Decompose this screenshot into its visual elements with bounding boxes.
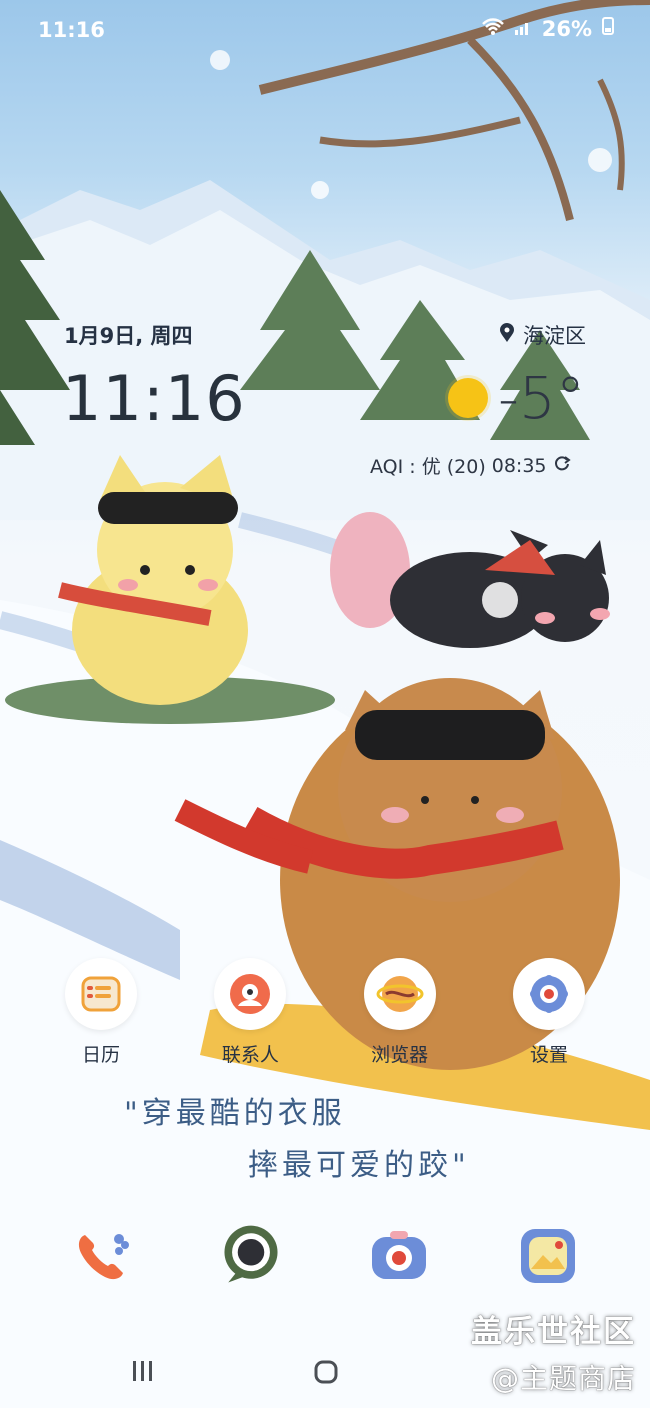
browser-icon[interactable] xyxy=(363,958,436,1030)
watermark-line-1: 盖乐世社区 xyxy=(471,1314,636,1350)
dock xyxy=(0,1220,650,1292)
gallery-icon[interactable] xyxy=(512,1220,584,1292)
status-indicators: 26% xyxy=(481,16,614,41)
recent-apps-button[interactable] xyxy=(130,1358,156,1391)
contacts-icon[interactable] xyxy=(214,958,287,1030)
camera-icon[interactable] xyxy=(363,1220,435,1292)
wallpaper-illustration xyxy=(0,0,650,1408)
weather-row[interactable]: -5° xyxy=(448,364,585,432)
watermark: 盖乐世社区 @主题商店 xyxy=(471,1306,636,1397)
wifi-icon xyxy=(481,17,504,41)
settings-icon[interactable] xyxy=(512,958,585,1030)
aqi-label: AQI : 优 (20) xyxy=(370,456,486,478)
location-pin-icon xyxy=(499,322,515,348)
date-prefix: 1月 xyxy=(64,324,100,348)
date-day: 9 xyxy=(99,324,115,348)
phone-icon[interactable] xyxy=(66,1220,138,1292)
battery-icon xyxy=(602,16,614,41)
widget-clock[interactable]: 11:16 xyxy=(62,362,246,435)
widget-date[interactable]: 1月9日, 周四 xyxy=(64,320,193,350)
location-name: 海淀区 xyxy=(523,324,586,348)
widget-location[interactable]: 海淀区 xyxy=(499,320,586,350)
calendar-icon[interactable] xyxy=(65,958,137,1030)
update-time: 08:35 xyxy=(491,454,547,477)
signal-icon xyxy=(514,17,532,41)
quote-line-2: 摔最可爱的跤" xyxy=(248,1148,470,1183)
app-label-browser: 浏览器 xyxy=(371,1044,429,1066)
status-time: 11:16 xyxy=(38,18,105,42)
messages-icon[interactable] xyxy=(215,1220,287,1292)
app-browser[interactable]: 浏览器 xyxy=(341,958,459,1067)
app-calendar[interactable]: 日历 xyxy=(42,958,160,1067)
quote-line-1: "穿最酷的衣服 xyxy=(124,1096,346,1131)
refresh-icon[interactable] xyxy=(553,454,571,477)
app-label-contacts: 联系人 xyxy=(221,1044,279,1066)
app-grid: 日历 联系人 浏览器 设置 xyxy=(0,958,650,1067)
app-label-settings: 设置 xyxy=(529,1044,568,1066)
temperature: -5° xyxy=(498,364,585,432)
app-contacts[interactable]: 联系人 xyxy=(191,958,309,1067)
home-button[interactable] xyxy=(312,1358,340,1393)
date-suffix: 日, 周四 xyxy=(114,324,193,348)
watermark-line-2: @主题商店 xyxy=(490,1362,636,1395)
aqi-row[interactable]: AQI : 优 (20) 08:35 xyxy=(370,452,571,479)
battery-label: 26% xyxy=(541,16,592,41)
status-bar: 11:16 26% xyxy=(0,0,650,60)
app-settings[interactable]: 设置 xyxy=(490,958,608,1067)
sun-icon xyxy=(448,378,488,418)
app-label-calendar: 日历 xyxy=(81,1044,120,1066)
